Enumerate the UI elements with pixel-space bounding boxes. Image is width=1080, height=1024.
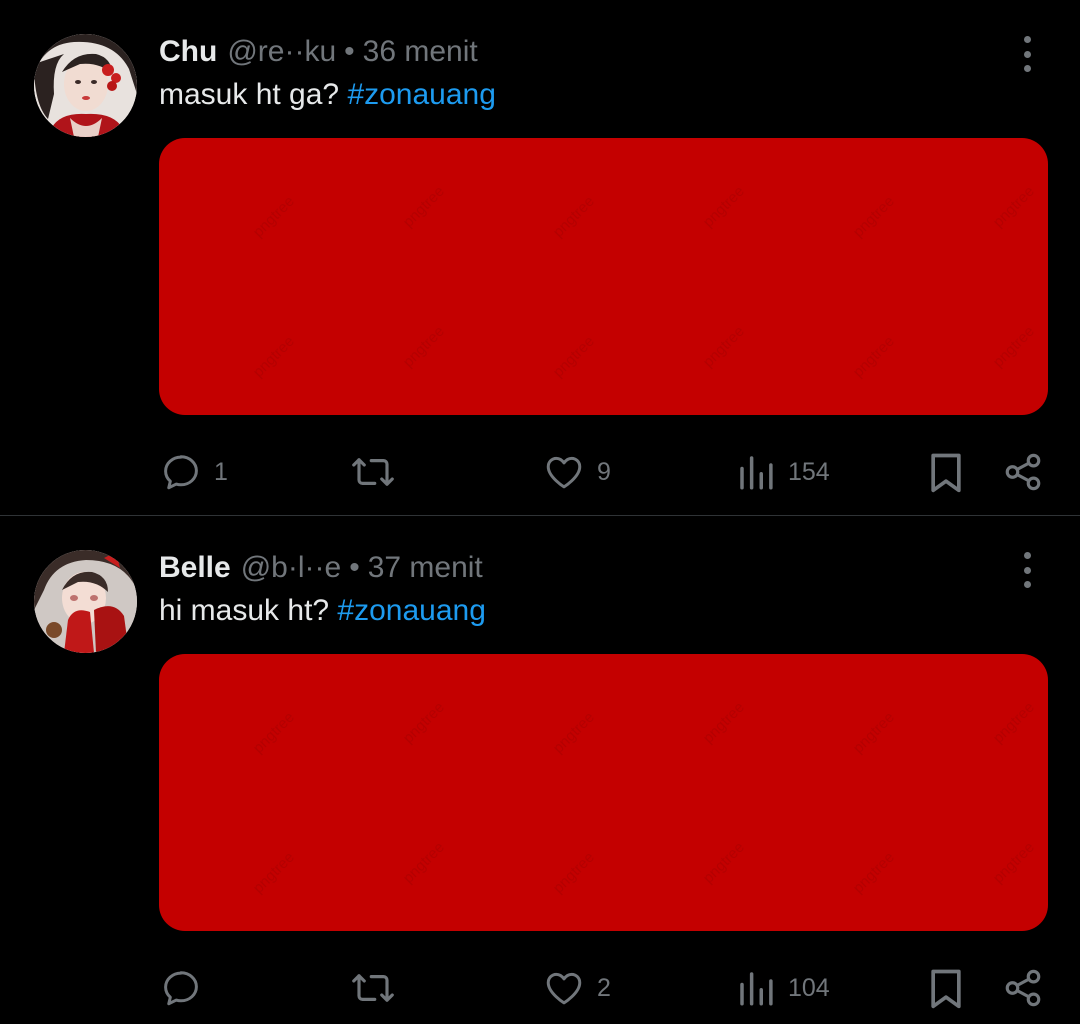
retweet-button[interactable] (350, 446, 408, 498)
more-icon[interactable] (1012, 552, 1042, 588)
tweet[interactable]: Belle @b·l··e • 37 menit hi masuk ht? #z… (0, 516, 1080, 1024)
avatar-image (34, 34, 137, 137)
timestamp[interactable]: 37 menit (368, 551, 483, 585)
share-icon (1005, 969, 1041, 1007)
more-icon[interactable] (1012, 36, 1042, 72)
share-button[interactable] (1002, 962, 1044, 1014)
like-count: 9 (597, 457, 611, 486)
avatar[interactable] (34, 550, 137, 653)
reply-icon (164, 455, 198, 490)
reply-button[interactable] (160, 962, 214, 1014)
timeline: Chu @re··ku • 36 menit masuk ht ga? #zon… (0, 0, 1080, 1024)
retweet-button[interactable] (350, 962, 408, 1014)
media-image: pngtree pngtree pngtree pngtree pngtree … (159, 138, 1048, 415)
tweet-body: masuk ht ga? (159, 78, 348, 111)
user-handle[interactable]: @re··ku (227, 35, 336, 69)
like-icon (546, 456, 582, 489)
views-icon (740, 456, 773, 490)
tweet-media[interactable]: pngtree pngtree pngtree pngtree pngtree … (159, 138, 1048, 415)
action-bar: 2 104 (0, 962, 1080, 1014)
retweet-icon (352, 458, 394, 486)
like-button[interactable]: 9 (543, 446, 611, 498)
display-name[interactable]: Chu (159, 35, 217, 69)
tweet-media[interactable]: pngtree pngtree pngtree pngtree pngtree … (159, 654, 1048, 931)
display-name[interactable]: Belle (159, 551, 231, 585)
bookmark-icon (931, 969, 961, 1009)
like-count: 2 (597, 973, 611, 1002)
separator: • (349, 551, 360, 584)
user-handle[interactable]: @b·l··e (241, 551, 341, 585)
hashtag-link[interactable]: #zonauang (337, 594, 485, 627)
like-button[interactable]: 2 (543, 962, 611, 1014)
tweet-body: hi masuk ht? (159, 594, 338, 627)
action-bar: 1 9 154 (0, 446, 1080, 498)
views-count: 154 (788, 457, 830, 486)
share-button[interactable] (1002, 446, 1044, 498)
share-icon (1005, 453, 1041, 491)
bookmark-icon (931, 453, 961, 493)
like-icon (546, 972, 582, 1005)
separator: • (344, 35, 355, 68)
reply-count: 1 (214, 457, 228, 486)
bookmark-button[interactable] (927, 446, 965, 498)
retweet-icon (352, 974, 394, 1002)
bookmark-button[interactable] (927, 962, 965, 1014)
avatar-image (34, 550, 137, 653)
reply-icon (164, 971, 198, 1006)
views-button[interactable]: 104 (736, 962, 830, 1014)
hashtag-link[interactable]: #zonauang (347, 78, 495, 111)
tweet-header: Chu @re··ku • 36 menit (159, 32, 478, 72)
tweet-header: Belle @b·l··e • 37 menit (159, 548, 483, 588)
tweet[interactable]: Chu @re··ku • 36 menit masuk ht ga? #zon… (0, 0, 1080, 516)
views-count: 104 (788, 973, 830, 1002)
tweet-text: hi masuk ht? #zonauang (159, 594, 486, 628)
avatar[interactable] (34, 34, 137, 137)
views-button[interactable]: 154 (736, 446, 830, 498)
views-icon (740, 972, 773, 1006)
tweet-text: masuk ht ga? #zonauang (159, 78, 496, 112)
timestamp[interactable]: 36 menit (363, 35, 478, 69)
reply-button[interactable]: 1 (160, 446, 228, 498)
media-image: pngtree pngtree pngtree pngtree pngtree … (159, 654, 1048, 931)
